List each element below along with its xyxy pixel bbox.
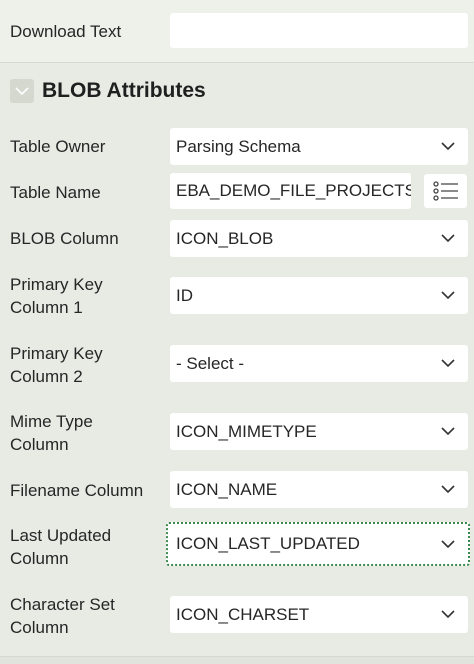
charset-select[interactable]: ICON_CHARSET bbox=[170, 596, 468, 633]
chevron-down-icon bbox=[428, 277, 468, 314]
mime-label-line1: Mime Type bbox=[10, 412, 93, 431]
download-text-label: Download Text bbox=[10, 22, 122, 41]
table-owner-select[interactable]: Parsing Schema bbox=[170, 128, 468, 165]
table-name-input[interactable]: EBA_DEMO_FILE_PROJECTS bbox=[170, 173, 411, 209]
section-title: BLOB Attributes bbox=[42, 79, 206, 102]
chevron-down-icon bbox=[428, 471, 468, 508]
section-collapse-button[interactable] bbox=[10, 79, 34, 103]
filename-label: Filename Column bbox=[10, 481, 144, 500]
mime-type-select[interactable]: ICON_MIMETYPE bbox=[170, 413, 468, 450]
charset-label-line2: Column bbox=[10, 618, 69, 637]
pk1-label-line1: Primary Key bbox=[10, 275, 103, 294]
chevron-down-icon bbox=[428, 345, 468, 382]
table-owner-label: Table Owner bbox=[10, 137, 106, 156]
last-updated-label-line1: Last Updated bbox=[10, 526, 112, 545]
blob-column-select[interactable]: ICON_BLOB bbox=[170, 220, 468, 257]
chevron-down-icon bbox=[428, 128, 468, 165]
table-name-label: Table Name bbox=[10, 183, 101, 202]
pk2-label-line1: Primary Key bbox=[10, 344, 103, 363]
primary-key-1-select[interactable]: ID bbox=[170, 277, 468, 314]
table-name-list-button[interactable] bbox=[424, 174, 467, 208]
last-updated-select[interactable]: ICON_LAST_UPDATED bbox=[166, 522, 470, 566]
mime-label-line2: Column bbox=[10, 435, 69, 454]
list-icon bbox=[432, 181, 458, 201]
blob-column-label: BLOB Column bbox=[10, 229, 119, 248]
primary-key-2-select[interactable]: - Select - bbox=[170, 345, 468, 382]
pk1-label-line2: Column 1 bbox=[10, 298, 83, 317]
chevron-down-icon bbox=[428, 413, 468, 450]
chevron-down-icon bbox=[428, 524, 468, 564]
download-text-input[interactable] bbox=[170, 13, 468, 48]
chevron-down-icon bbox=[428, 596, 468, 633]
filename-select[interactable]: ICON_NAME bbox=[170, 471, 468, 508]
chevron-down-icon bbox=[15, 86, 29, 95]
pk2-label-line2: Column 2 bbox=[10, 367, 83, 386]
chevron-down-icon bbox=[428, 220, 468, 257]
charset-label-line1: Character Set bbox=[10, 595, 115, 614]
last-updated-label-line2: Column bbox=[10, 549, 69, 568]
